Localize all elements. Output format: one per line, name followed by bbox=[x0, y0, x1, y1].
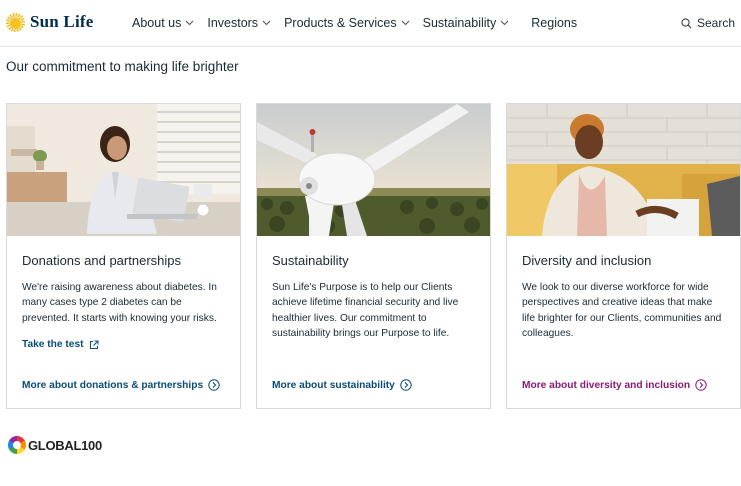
nav-investors[interactable]: Investors bbox=[207, 16, 271, 30]
link-label: More about donations & partnerships bbox=[22, 379, 204, 391]
nav-label: Investors bbox=[207, 16, 259, 30]
sun-logo-icon bbox=[6, 12, 25, 32]
arrow-circle-icon bbox=[208, 379, 220, 391]
card-sustainability: Sustainability Sun Life's Purpose is to … bbox=[256, 103, 491, 409]
nav-label: Regions bbox=[531, 16, 578, 30]
main-nav: About us Investors Products & Services S… bbox=[132, 16, 590, 30]
search-label: Search bbox=[696, 16, 735, 30]
global100-badge[interactable]: GLOBAL100 bbox=[8, 436, 102, 454]
card-title: Donations and partnerships bbox=[22, 253, 181, 268]
link-label: More about diversity and inclusion bbox=[522, 379, 691, 391]
chevron-down-icon bbox=[401, 20, 409, 26]
brand-name: Sun Life bbox=[30, 12, 94, 31]
nav-about-us[interactable]: About us bbox=[132, 16, 194, 30]
card-title: Sustainability bbox=[272, 253, 349, 268]
search-icon bbox=[681, 17, 692, 28]
card-body: Sun Life's Purpose is to help our Client… bbox=[272, 282, 459, 340]
card-donations: Donations and partnerships We're raising… bbox=[6, 103, 241, 409]
card-body: We look to our diverse workforce for wid… bbox=[522, 282, 722, 340]
site-header: Sun Life About us Investors Products & S… bbox=[0, 0, 741, 47]
chevron-down-icon bbox=[185, 20, 194, 26]
nav-label: About us bbox=[132, 16, 182, 30]
external-link-icon bbox=[89, 340, 99, 349]
take-the-test-link[interactable]: Take the test bbox=[22, 339, 99, 350]
card-diversity: Diversity and inclusion We look to our d… bbox=[506, 103, 741, 409]
link-label: More about sustainability bbox=[272, 379, 395, 391]
chevron-down-icon bbox=[500, 20, 509, 26]
card-title: Diversity and inclusion bbox=[522, 253, 652, 268]
nav-sustainability[interactable]: Sustainability bbox=[423, 16, 510, 30]
woman-laptop-photo bbox=[7, 104, 240, 236]
woman-sofa-photo bbox=[507, 104, 740, 236]
nav-regions[interactable]: Regions bbox=[531, 16, 577, 30]
wind-turbine-photo bbox=[257, 104, 490, 236]
nav-label: Products & Services bbox=[284, 16, 397, 30]
card-image bbox=[257, 104, 490, 236]
nav-label: Sustainability bbox=[422, 16, 497, 30]
nav-products-services[interactable]: Products & Services bbox=[284, 16, 410, 30]
more-sustainability-link[interactable]: More about sustainability bbox=[272, 379, 412, 391]
chevron-down-icon bbox=[262, 20, 271, 26]
global100-label: GLOBAL100 bbox=[28, 437, 102, 453]
arrow-circle-icon bbox=[400, 379, 412, 391]
link-label: Take the test bbox=[22, 339, 84, 350]
arrow-circle-icon bbox=[695, 379, 707, 391]
section-heading: Our commitment to making life brighter bbox=[6, 59, 239, 74]
card-image bbox=[7, 104, 240, 236]
global100-ring-icon bbox=[8, 436, 26, 454]
search-button[interactable]: Search bbox=[681, 16, 735, 30]
sun-life-logo[interactable]: Sun Life bbox=[6, 12, 93, 32]
more-donations-link[interactable]: More about donations & partnerships bbox=[22, 379, 220, 391]
more-diversity-link[interactable]: More about diversity and inclusion bbox=[522, 379, 707, 391]
card-image bbox=[507, 104, 740, 236]
card-body: We're raising awareness about diabetes. … bbox=[22, 282, 217, 324]
